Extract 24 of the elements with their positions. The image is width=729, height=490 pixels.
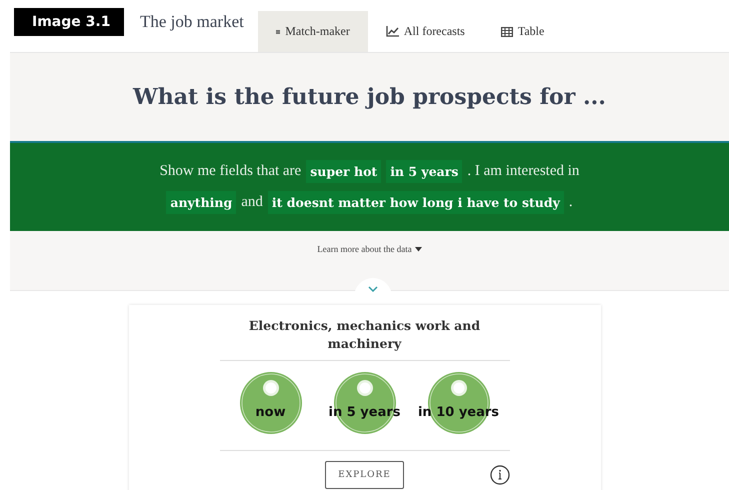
line-chart-icon: [386, 26, 399, 37]
choice-dropdown[interactable]: anything: [166, 191, 236, 214]
choice-dropdown[interactable]: it doesnt matter how long i have to study: [268, 191, 564, 214]
sentence-text: Show me fields that are: [160, 163, 302, 180]
sentence-text: . I am interested in: [467, 163, 580, 180]
caret-icon: [414, 246, 422, 252]
site-title: The job market: [140, 12, 244, 32]
nav-tab[interactable]: Match-maker: [258, 11, 368, 52]
chevron-down-icon: [368, 286, 378, 292]
explore-button[interactable]: EXPLORE: [325, 461, 404, 489]
sentence-text: and: [241, 194, 263, 211]
sentence-text: .: [568, 194, 573, 211]
rating-circle-icon: [238, 371, 302, 435]
learn-more-link[interactable]: Learn more about the data: [317, 243, 422, 255]
info-icon[interactable]: [490, 465, 510, 485]
period-label: now: [255, 405, 286, 420]
nav-tab[interactable]: All forecasts: [368, 11, 483, 52]
choice-dropdown[interactable]: super hot: [306, 160, 382, 183]
image-label: Image 3.1: [14, 8, 124, 36]
card-title: Electronics, mechanics work and machinery: [248, 317, 482, 352]
choice-dropdown[interactable]: in 5 years: [386, 160, 462, 183]
page-heading: What is the future job prospects for ...: [133, 84, 606, 110]
table-icon: [500, 26, 513, 36]
nav-tab[interactable]: Table: [482, 11, 562, 52]
